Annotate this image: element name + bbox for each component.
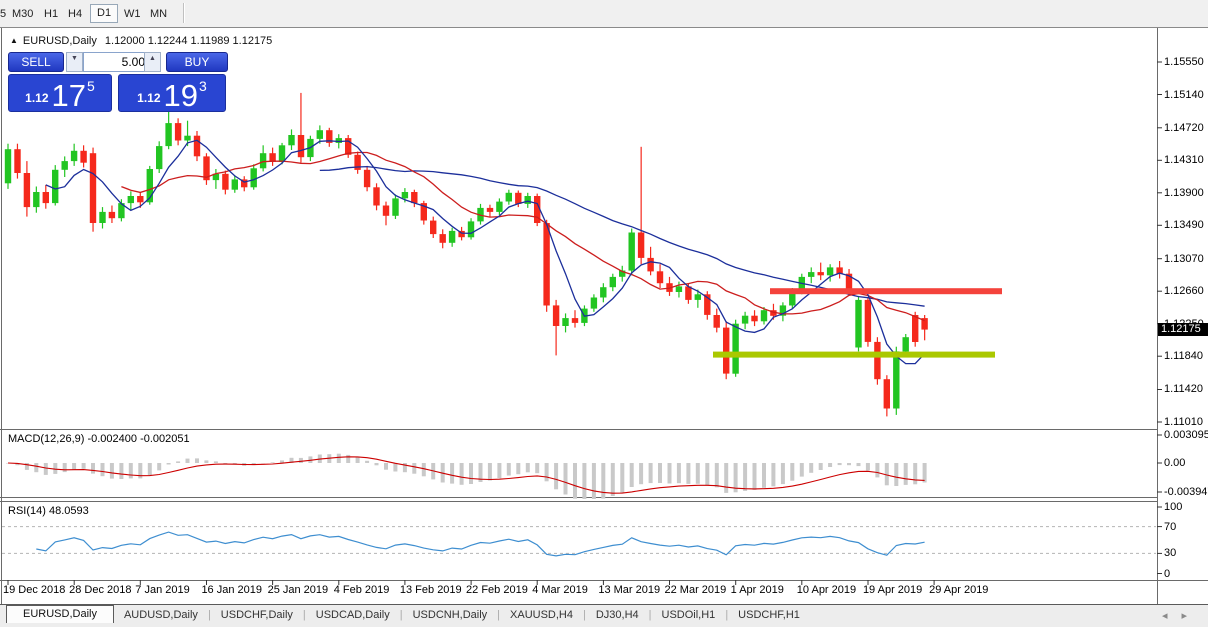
- sell-price-pipette: 5: [87, 78, 95, 94]
- volume-increase-button[interactable]: [144, 52, 161, 72]
- current-price-tag: 1.12175: [1158, 323, 1208, 336]
- collapse-panel-icon[interactable]: [10, 36, 18, 45]
- tab-eurusd-daily[interactable]: EURUSD,Daily: [6, 605, 114, 623]
- macd-indicator-label: MACD(12,26,9) -0.002400 -0.002051: [8, 433, 190, 445]
- volume-decrease-button[interactable]: [66, 52, 83, 72]
- rsi-indicator-label: RSI(14) 48.0593: [8, 505, 89, 517]
- buy-price-big: 19: [164, 82, 198, 109]
- chart-symbol-title: EURUSD,Daily: [23, 35, 97, 47]
- tab-usdoil-h1[interactable]: USDOil,H1: [652, 605, 726, 625]
- tab-dj30-h4[interactable]: DJ30,H4: [586, 605, 649, 625]
- sell-button[interactable]: SELL: [8, 52, 64, 72]
- tab-usdchf-daily[interactable]: USDCHF,Daily: [211, 605, 303, 625]
- tab-xauusd-h4[interactable]: XAUUSD,H4: [500, 605, 583, 625]
- tab-scroll-arrows: [1155, 605, 1194, 622]
- sell-price-box[interactable]: 1.12 17 5: [8, 74, 112, 112]
- mt4-terminal: 5M30H1H4D1W1MN EURUSD,Daily1.12000 1.122…: [0, 0, 1208, 627]
- buy-price-box[interactable]: 1.12 19 3: [118, 74, 226, 112]
- sell-price-prefix: 1.12: [25, 91, 48, 105]
- tab-usdchf-h1[interactable]: USDCHF,H1: [728, 605, 810, 625]
- chart-title-bar: EURUSD,Daily 1.12000 1.12244 1.11989 1.12…: [10, 35, 272, 47]
- buy-price-prefix: 1.12: [137, 91, 160, 105]
- up-arrow-icon: [149, 55, 156, 62]
- tab-usdcnh-daily[interactable]: USDCNH,Daily: [403, 605, 498, 625]
- tab-usdcad-daily[interactable]: USDCAD,Daily: [306, 605, 400, 625]
- chart-tab-bar: EURUSD,DailyAUDUSD,Daily|USDCHF,Daily|US…: [0, 605, 1208, 627]
- buy-button[interactable]: BUY: [166, 52, 228, 72]
- tab-audusd-daily[interactable]: AUDUSD,Daily: [114, 605, 208, 625]
- volume-input[interactable]: [83, 52, 149, 72]
- sell-price-big: 17: [52, 82, 86, 109]
- buy-price-pipette: 3: [199, 78, 207, 94]
- tabs-scroll-left-icon[interactable]: [1155, 610, 1175, 622]
- chart-ohlc-values: 1.12000 1.12244 1.11989 1.12175: [105, 35, 272, 47]
- tabs-scroll-right-icon[interactable]: [1174, 610, 1194, 622]
- down-arrow-icon: [71, 55, 78, 62]
